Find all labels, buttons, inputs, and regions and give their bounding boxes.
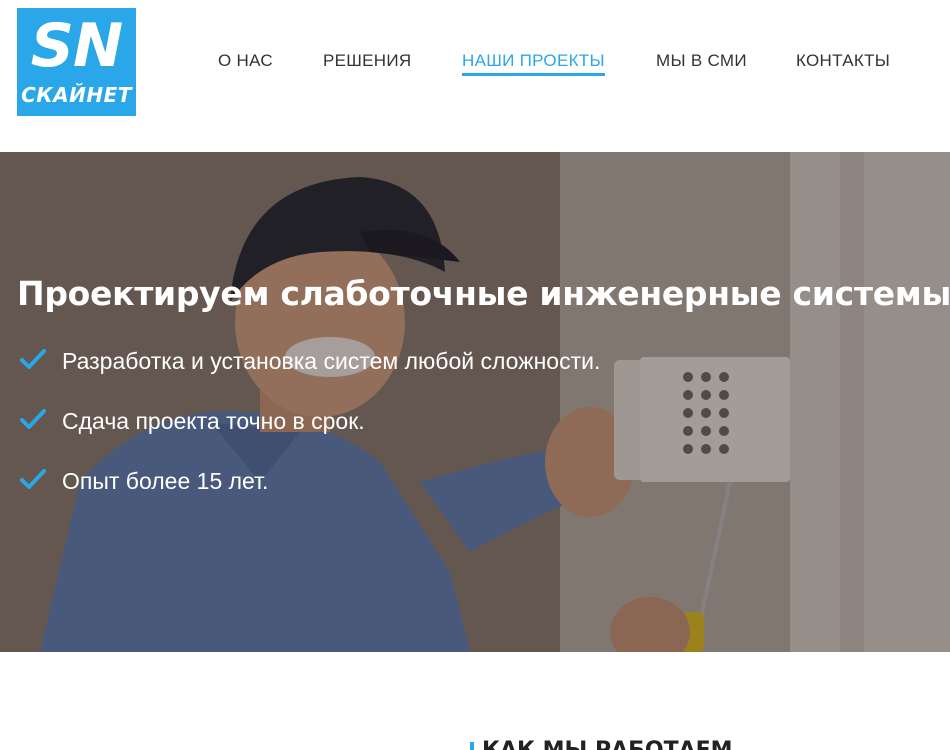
checkmark-icon bbox=[20, 349, 46, 369]
hero-banner: Проектируем слаботочные инженерные систе… bbox=[0, 152, 950, 652]
hero-bullet: Сдача проекта точно в срок. bbox=[20, 406, 920, 440]
nav-item-projects[interactable]: НАШИ ПРОЕКТЫ bbox=[462, 50, 605, 76]
checkmark-icon bbox=[20, 469, 46, 489]
nav-item-contacts[interactable]: КОНТАКТЫ bbox=[796, 50, 890, 72]
site-header: SN СКАЙНЕТ О НАС РЕШЕНИЯ НАШИ ПРОЕКТЫ МЫ… bbox=[0, 0, 950, 152]
hero-bullet-text: Опыт более 15 лет. bbox=[62, 468, 269, 494]
nav-item-solutions[interactable]: РЕШЕНИЯ bbox=[323, 50, 411, 72]
hero-bullet: Опыт более 15 лет. bbox=[20, 466, 920, 500]
section-title-text: КАК МЫ РАБОТАЕМ bbox=[482, 738, 733, 750]
nav-item-about[interactable]: О НАС bbox=[218, 50, 273, 72]
hero-bullet-text: Сдача проекта точно в срок. bbox=[62, 408, 365, 434]
hero-title: Проектируем слаботочные инженерные систе… bbox=[17, 274, 950, 313]
checkmark-icon bbox=[20, 409, 46, 429]
main-nav: О НАС РЕШЕНИЯ НАШИ ПРОЕКТЫ МЫ В СМИ КОНТ… bbox=[0, 50, 950, 80]
hero-bullet: Разработка и установка систем любой слож… bbox=[20, 346, 920, 380]
nav-item-media[interactable]: МЫ В СМИ bbox=[656, 50, 747, 72]
logo-wordmark: СКАЙНЕТ bbox=[21, 83, 132, 107]
section-title: КАК МЫ РАБОТАЕМ bbox=[470, 738, 733, 750]
hero-bullet-text: Разработка и установка систем любой слож… bbox=[62, 348, 601, 374]
hero-overlay bbox=[0, 152, 950, 652]
